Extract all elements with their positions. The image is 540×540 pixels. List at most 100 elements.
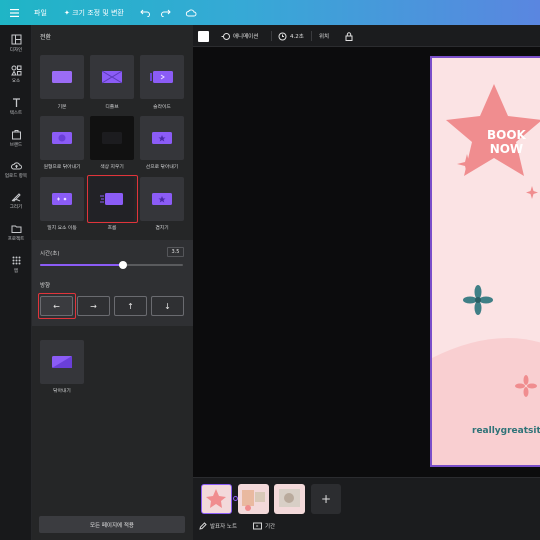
transition-label: 겹치기 xyxy=(155,226,169,231)
upload-icon xyxy=(10,162,22,170)
rail-label: 업로드 항목 xyxy=(4,174,28,179)
page-thumbnail-3[interactable] xyxy=(274,484,305,514)
draw-icon xyxy=(11,193,21,202)
animation-icon xyxy=(221,32,230,40)
direction-up-button[interactable]: ↑ xyxy=(114,296,147,316)
rail-label: 브랜드 xyxy=(9,143,23,148)
pencil-icon xyxy=(199,522,207,530)
rail-label: 텍스트 xyxy=(9,111,23,116)
editor-toolbar: 애니메이션 4.2초 위치 xyxy=(193,25,540,47)
page-thumbnail-1[interactable] xyxy=(201,484,232,514)
headline-line-2: NOW xyxy=(489,142,524,156)
rail-item-text[interactable]: 텍스트 xyxy=(0,97,32,116)
duration-button[interactable]: 4.2초 xyxy=(278,25,304,47)
transition-color-wipe-icon xyxy=(102,132,122,144)
apply-to-all-pages-button[interactable]: 모든 페이지에 적용 xyxy=(39,516,185,533)
duration-slider-fill xyxy=(40,264,123,266)
thumbnail-3-art xyxy=(279,489,300,507)
rail-item-uploads[interactable]: 업로드 항목 xyxy=(0,160,32,179)
top-bar: 파일 ✦ 크기 조정 및 변환 xyxy=(0,0,540,25)
rail-item-draw[interactable]: 그리기 xyxy=(0,191,32,210)
transition-label: 슬라이드 xyxy=(153,105,171,110)
direction-down-button[interactable]: ↓ xyxy=(151,296,184,316)
transition-line-wipe[interactable] xyxy=(140,116,184,160)
timer-label: 기간 xyxy=(265,524,276,530)
transition-overlap[interactable] xyxy=(140,177,184,221)
selected-direction-outline xyxy=(38,293,76,319)
folder-icon xyxy=(11,225,21,233)
website-text: reallygreatsite xyxy=(472,426,540,436)
direction-label: 방향 xyxy=(40,283,51,289)
timer-button[interactable]: 기간 xyxy=(253,522,275,530)
rail-label: 프로젝트 xyxy=(7,237,25,242)
arrow-right-icon: → xyxy=(90,301,97,311)
toolbar-divider xyxy=(311,31,312,41)
transition-color-wipe[interactable] xyxy=(90,116,134,160)
arrow-up-icon: ↑ xyxy=(127,301,134,311)
duration-slider-knob[interactable] xyxy=(119,261,127,269)
selected-transition-outline xyxy=(87,175,138,223)
brand-icon xyxy=(11,130,21,140)
color-swatch[interactable] xyxy=(198,25,209,47)
resize-button[interactable]: ✦ 크기 조정 및 변환 xyxy=(64,0,124,25)
transition-basic[interactable] xyxy=(40,55,84,99)
rail-item-projects[interactable]: 프로젝트 xyxy=(0,223,32,242)
transition-dissolve-icon xyxy=(101,70,123,84)
transition-overlap-icon xyxy=(152,193,172,205)
page-artwork xyxy=(432,84,540,465)
transition-label: 흐름 xyxy=(107,226,117,231)
transition-dissolve[interactable] xyxy=(90,55,134,99)
page-thumbnail-2[interactable] xyxy=(238,484,269,514)
sparkle-shape xyxy=(526,186,538,199)
animation-button[interactable]: 애니메이션 xyxy=(221,25,258,47)
text-icon xyxy=(12,98,20,107)
transition-line-wipe-icon xyxy=(152,132,172,144)
toolbar-divider xyxy=(271,31,272,41)
transition-label: 원형으로 닦아내기 xyxy=(43,165,81,170)
rail-label: 앱 xyxy=(13,269,19,274)
menu-icon[interactable] xyxy=(10,0,19,25)
transition-circle-wipe[interactable] xyxy=(40,116,84,160)
transition-label: 기본 xyxy=(57,105,67,110)
rail-item-design[interactable]: 디자인 xyxy=(0,34,32,53)
layout-icon xyxy=(11,34,21,45)
transition-wipe-icon xyxy=(52,356,72,368)
position-label: 위치 xyxy=(319,34,330,40)
rail-item-apps[interactable]: 앱 xyxy=(0,255,32,274)
transition-slide[interactable] xyxy=(140,55,184,99)
transition-match-move-icon xyxy=(52,193,72,205)
apps-icon xyxy=(12,256,20,265)
rail-label: 디자인 xyxy=(9,48,23,53)
transition-label: 닦아내기 xyxy=(53,389,71,394)
duration-label: 4.2초 xyxy=(290,34,304,40)
direction-right-button[interactable]: → xyxy=(77,296,110,316)
transition-wipe[interactable] xyxy=(40,340,84,384)
animation-label: 애니메이션 xyxy=(233,34,259,40)
transition-label: 디졸브 xyxy=(105,105,119,110)
resize-label: ✦ 크기 조정 및 변환 xyxy=(64,8,124,17)
duration-value[interactable]: 3.5 xyxy=(167,247,184,257)
file-menu[interactable]: 파일 xyxy=(34,0,47,25)
transition-match-move[interactable] xyxy=(40,177,84,221)
duration-label: 시간(초) xyxy=(40,251,60,257)
shapes-icon xyxy=(10,65,21,76)
cloud-icon[interactable] xyxy=(185,0,197,25)
position-button[interactable]: 위치 xyxy=(319,25,329,47)
left-rail: 디자인 요소 텍스트 브랜드 업로드 항목 그리기 프로젝트 앱 xyxy=(0,25,32,540)
thumbnail-2-art xyxy=(242,490,265,511)
add-page-button[interactable]: + xyxy=(311,484,341,514)
rail-item-elements[interactable]: 요소 xyxy=(0,65,32,84)
notes-button[interactable]: 발표자 노트 xyxy=(199,522,237,530)
transition-circle-wipe-icon xyxy=(52,132,72,144)
book-now-headline: BOOK NOW xyxy=(487,128,526,156)
redo-icon[interactable] xyxy=(161,0,171,25)
rail-label: 그리기 xyxy=(9,205,23,210)
rail-item-brand[interactable]: 브랜드 xyxy=(0,129,32,148)
lock-icon[interactable] xyxy=(345,25,353,47)
headline-line-1: BOOK xyxy=(487,128,526,142)
design-page[interactable]: BOOK NOW reallygreatsite xyxy=(430,56,540,467)
undo-icon[interactable] xyxy=(140,0,150,25)
transition-label: 일치 요소 이동 xyxy=(47,226,77,231)
transition-slide-icon xyxy=(150,71,173,83)
rail-label: 요소 xyxy=(11,79,21,84)
